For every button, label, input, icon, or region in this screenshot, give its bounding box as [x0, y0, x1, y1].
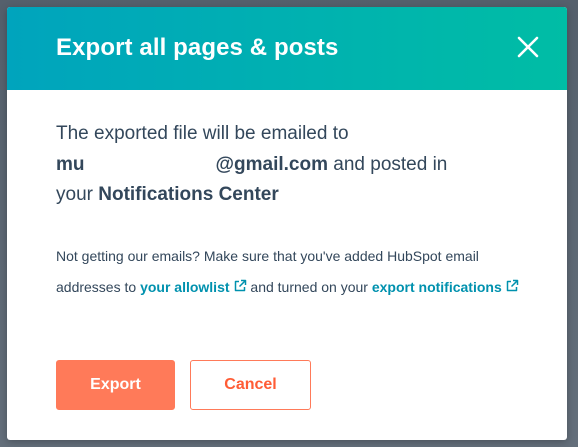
- message-after-email: and posted in: [328, 153, 448, 175]
- export-button[interactable]: Export: [56, 360, 175, 410]
- close-icon: [517, 36, 539, 58]
- dialog-title: Export all pages & posts: [56, 34, 339, 61]
- allowlist-link-label: your allowlist: [140, 279, 230, 295]
- export-notifications-link[interactable]: export notifications: [372, 279, 519, 295]
- dialog-header: Export all pages & posts: [7, 7, 567, 90]
- cancel-button[interactable]: Cancel: [190, 360, 311, 410]
- notifications-center-label: Notifications Center: [98, 184, 279, 205]
- external-link-icon: [234, 279, 246, 292]
- message-line-1: The exported file will be emailed to: [56, 123, 349, 144]
- export-message: The exported file will be emailed to mu @…: [56, 119, 536, 211]
- export-notifications-link-label: export notifications: [371, 279, 502, 295]
- email-help-note: Not getting our emails? Make sure that y…: [56, 241, 536, 303]
- message-your: your: [56, 184, 99, 205]
- email-prefix: mu: [56, 153, 85, 175]
- allowlist-link[interactable]: your allowlist: [140, 279, 246, 295]
- close-button[interactable]: [515, 34, 541, 60]
- note-text-2: and turned on your: [246, 279, 372, 295]
- export-dialog: Export all pages & posts The exported fi…: [7, 7, 567, 440]
- external-link-icon: [506, 279, 518, 292]
- email-suffix: @gmail.com: [215, 153, 329, 175]
- redacted-email-portion: [85, 152, 216, 170]
